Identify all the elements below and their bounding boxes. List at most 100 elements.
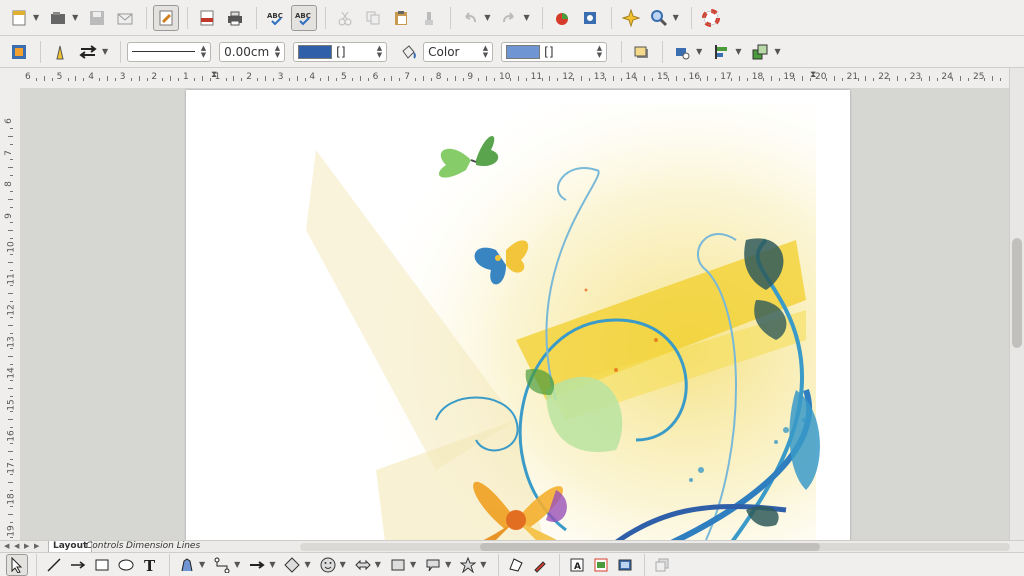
ellipse-icon (118, 559, 134, 570)
cut-button[interactable] (332, 5, 358, 31)
curve-tool-button[interactable] (176, 554, 198, 576)
lines-arrows-tool-button[interactable] (246, 554, 268, 576)
callouts-button[interactable] (422, 554, 444, 576)
vertical-scrollbar[interactable] (1009, 68, 1024, 540)
navigator-button[interactable] (577, 5, 603, 31)
area-style-field[interactable]: Color ▲ ▼ (423, 41, 494, 62)
basic-shapes-dropdown-icon[interactable]: ▼ (304, 560, 310, 569)
tab-controls[interactable]: Controls (82, 541, 127, 552)
area-button[interactable] (395, 39, 421, 65)
next-tab-arrow-icon[interactable]: ▶ (24, 542, 29, 550)
align-button[interactable] (708, 39, 734, 65)
spelling-button[interactable]: ABC (263, 5, 289, 31)
redo-dropdown-icon[interactable]: ▼ (523, 13, 529, 22)
open-dropdown-icon[interactable]: ▼ (72, 13, 78, 22)
vertical-ruler[interactable]: 6 7 8 9 10 11 12 13 14 15 16 17 18 19 (0, 88, 21, 555)
save-button[interactable] (84, 5, 110, 31)
connector-tool-button[interactable] (211, 554, 233, 576)
curve-dropdown-icon[interactable]: ▼ (199, 560, 205, 569)
line-style-spinner-icon[interactable]: ▲ ▼ (201, 44, 206, 59)
page[interactable] (186, 90, 850, 540)
margin-marker-icon[interactable]: ⧗ (211, 70, 217, 80)
email-document-button[interactable] (112, 5, 138, 31)
extrusion-toggle-button[interactable] (651, 554, 673, 576)
block-arrows-button[interactable] (352, 554, 374, 576)
symbol-shapes-button[interactable] (317, 554, 339, 576)
arrow-style-button[interactable] (75, 39, 101, 65)
arrange-dropdown-icon[interactable]: ▼ (774, 47, 780, 56)
line-tool-button[interactable] (43, 554, 65, 576)
rotate-dropdown-icon[interactable]: ▼ (696, 47, 702, 56)
block-arrows-dropdown-icon[interactable]: ▼ (375, 560, 381, 569)
line-color-field[interactable]: [] ▲ ▼ (293, 41, 388, 62)
callouts-dropdown-icon[interactable]: ▼ (445, 560, 451, 569)
rotate-button[interactable] (669, 39, 695, 65)
area-style-spinner-icon[interactable]: ▲ ▼ (483, 44, 488, 59)
shadow-button[interactable] (628, 39, 654, 65)
horizontal-scrollbar[interactable] (300, 543, 1010, 551)
line-button[interactable] (47, 39, 73, 65)
autospellcheck-button[interactable]: ABC (291, 4, 318, 31)
zoom-button[interactable] (646, 5, 672, 31)
styles-button[interactable] (6, 39, 32, 65)
symbol-shapes-dropdown-icon[interactable]: ▼ (340, 560, 346, 569)
select-tool-button[interactable] (6, 553, 28, 576)
hruler-label: 2 (151, 72, 158, 82)
line-width-spinner-icon[interactable]: ▲ ▼ (275, 44, 280, 59)
insert-text-frame-button[interactable]: A (566, 554, 588, 576)
text-tool-button[interactable]: T (139, 554, 161, 576)
horizontal-scroll-thumb[interactable] (480, 543, 820, 551)
floral-artwork-image[interactable] (186, 90, 850, 540)
gallery-button[interactable] (614, 554, 636, 576)
export-pdf-button[interactable] (194, 5, 220, 31)
connector-dropdown-icon[interactable]: ▼ (234, 560, 240, 569)
line-arrow-tool-button[interactable] (67, 554, 89, 576)
arrow-style-icon (79, 44, 97, 59)
zoom-dropdown-icon[interactable]: ▼ (673, 13, 679, 22)
ellipse-tool-button[interactable] (115, 554, 137, 576)
clone-formatting-button[interactable] (416, 5, 442, 31)
align-dropdown-icon[interactable]: ▼ (735, 47, 741, 56)
gluepoints-button[interactable] (618, 5, 644, 31)
vruler-tick (8, 167, 13, 169)
last-tab-arrow-icon[interactable]: ▶ (34, 542, 39, 550)
help-button[interactable] (698, 5, 724, 31)
edit-file-button[interactable] (153, 4, 180, 31)
copy-button[interactable] (360, 5, 386, 31)
line-width-field[interactable]: 0.00cm ▲ ▼ (219, 41, 286, 62)
stars-button[interactable] (457, 554, 479, 576)
hruler-tick (415, 78, 417, 81)
prev-tab-arrow-icon[interactable]: ◀ (14, 542, 19, 550)
line-color-spinner-icon[interactable]: ▲ ▼ (377, 44, 382, 59)
paste-button[interactable] (388, 5, 414, 31)
new-document-dropdown-icon[interactable]: ▼ (33, 13, 39, 22)
draw-chart-button[interactable] (549, 5, 575, 31)
undo-button[interactable] (457, 5, 483, 31)
undo-dropdown-icon[interactable]: ▼ (484, 13, 490, 22)
margin-marker-icon[interactable]: ⧗ (810, 70, 816, 80)
arrow-style-dropdown-icon[interactable]: ▼ (102, 47, 108, 56)
points-button[interactable] (505, 554, 527, 576)
align-left-icon (715, 44, 728, 59)
drawing-canvas[interactable] (20, 88, 1010, 540)
rectangle-tool-button[interactable] (91, 554, 113, 576)
line-style-field[interactable]: ▲ ▼ (127, 41, 212, 62)
redo-button[interactable] (496, 5, 522, 31)
basic-shapes-button[interactable] (281, 554, 303, 576)
open-button[interactable] (45, 5, 71, 31)
arrange-button[interactable] (747, 39, 773, 65)
first-tab-arrow-icon[interactable]: ◀ (4, 542, 9, 550)
stars-dropdown-icon[interactable]: ▼ (480, 560, 486, 569)
new-document-button[interactable] (6, 5, 32, 31)
flowchart-dropdown-icon[interactable]: ▼ (410, 560, 416, 569)
tab-dimension-lines[interactable]: Dimension Lines (122, 541, 204, 552)
flowchart-button[interactable] (387, 554, 409, 576)
insert-image-button[interactable] (590, 554, 612, 576)
vertical-scroll-thumb[interactable] (1012, 238, 1022, 348)
area-color-spinner-icon[interactable]: ▲ ▼ (597, 44, 602, 59)
fontwork-button[interactable] (529, 554, 551, 576)
print-button[interactable] (222, 5, 248, 31)
lines-arrows-dropdown-icon[interactable]: ▼ (269, 560, 275, 569)
horizontal-ruler[interactable]: 6 5 4 3 2 1 1 2 3 4 5 6 7 8 9 10 11 12 13 14 15 16 17 18 19 20 21 2… (0, 68, 1024, 89)
area-color-field[interactable]: [] ▲ ▼ (501, 41, 608, 62)
